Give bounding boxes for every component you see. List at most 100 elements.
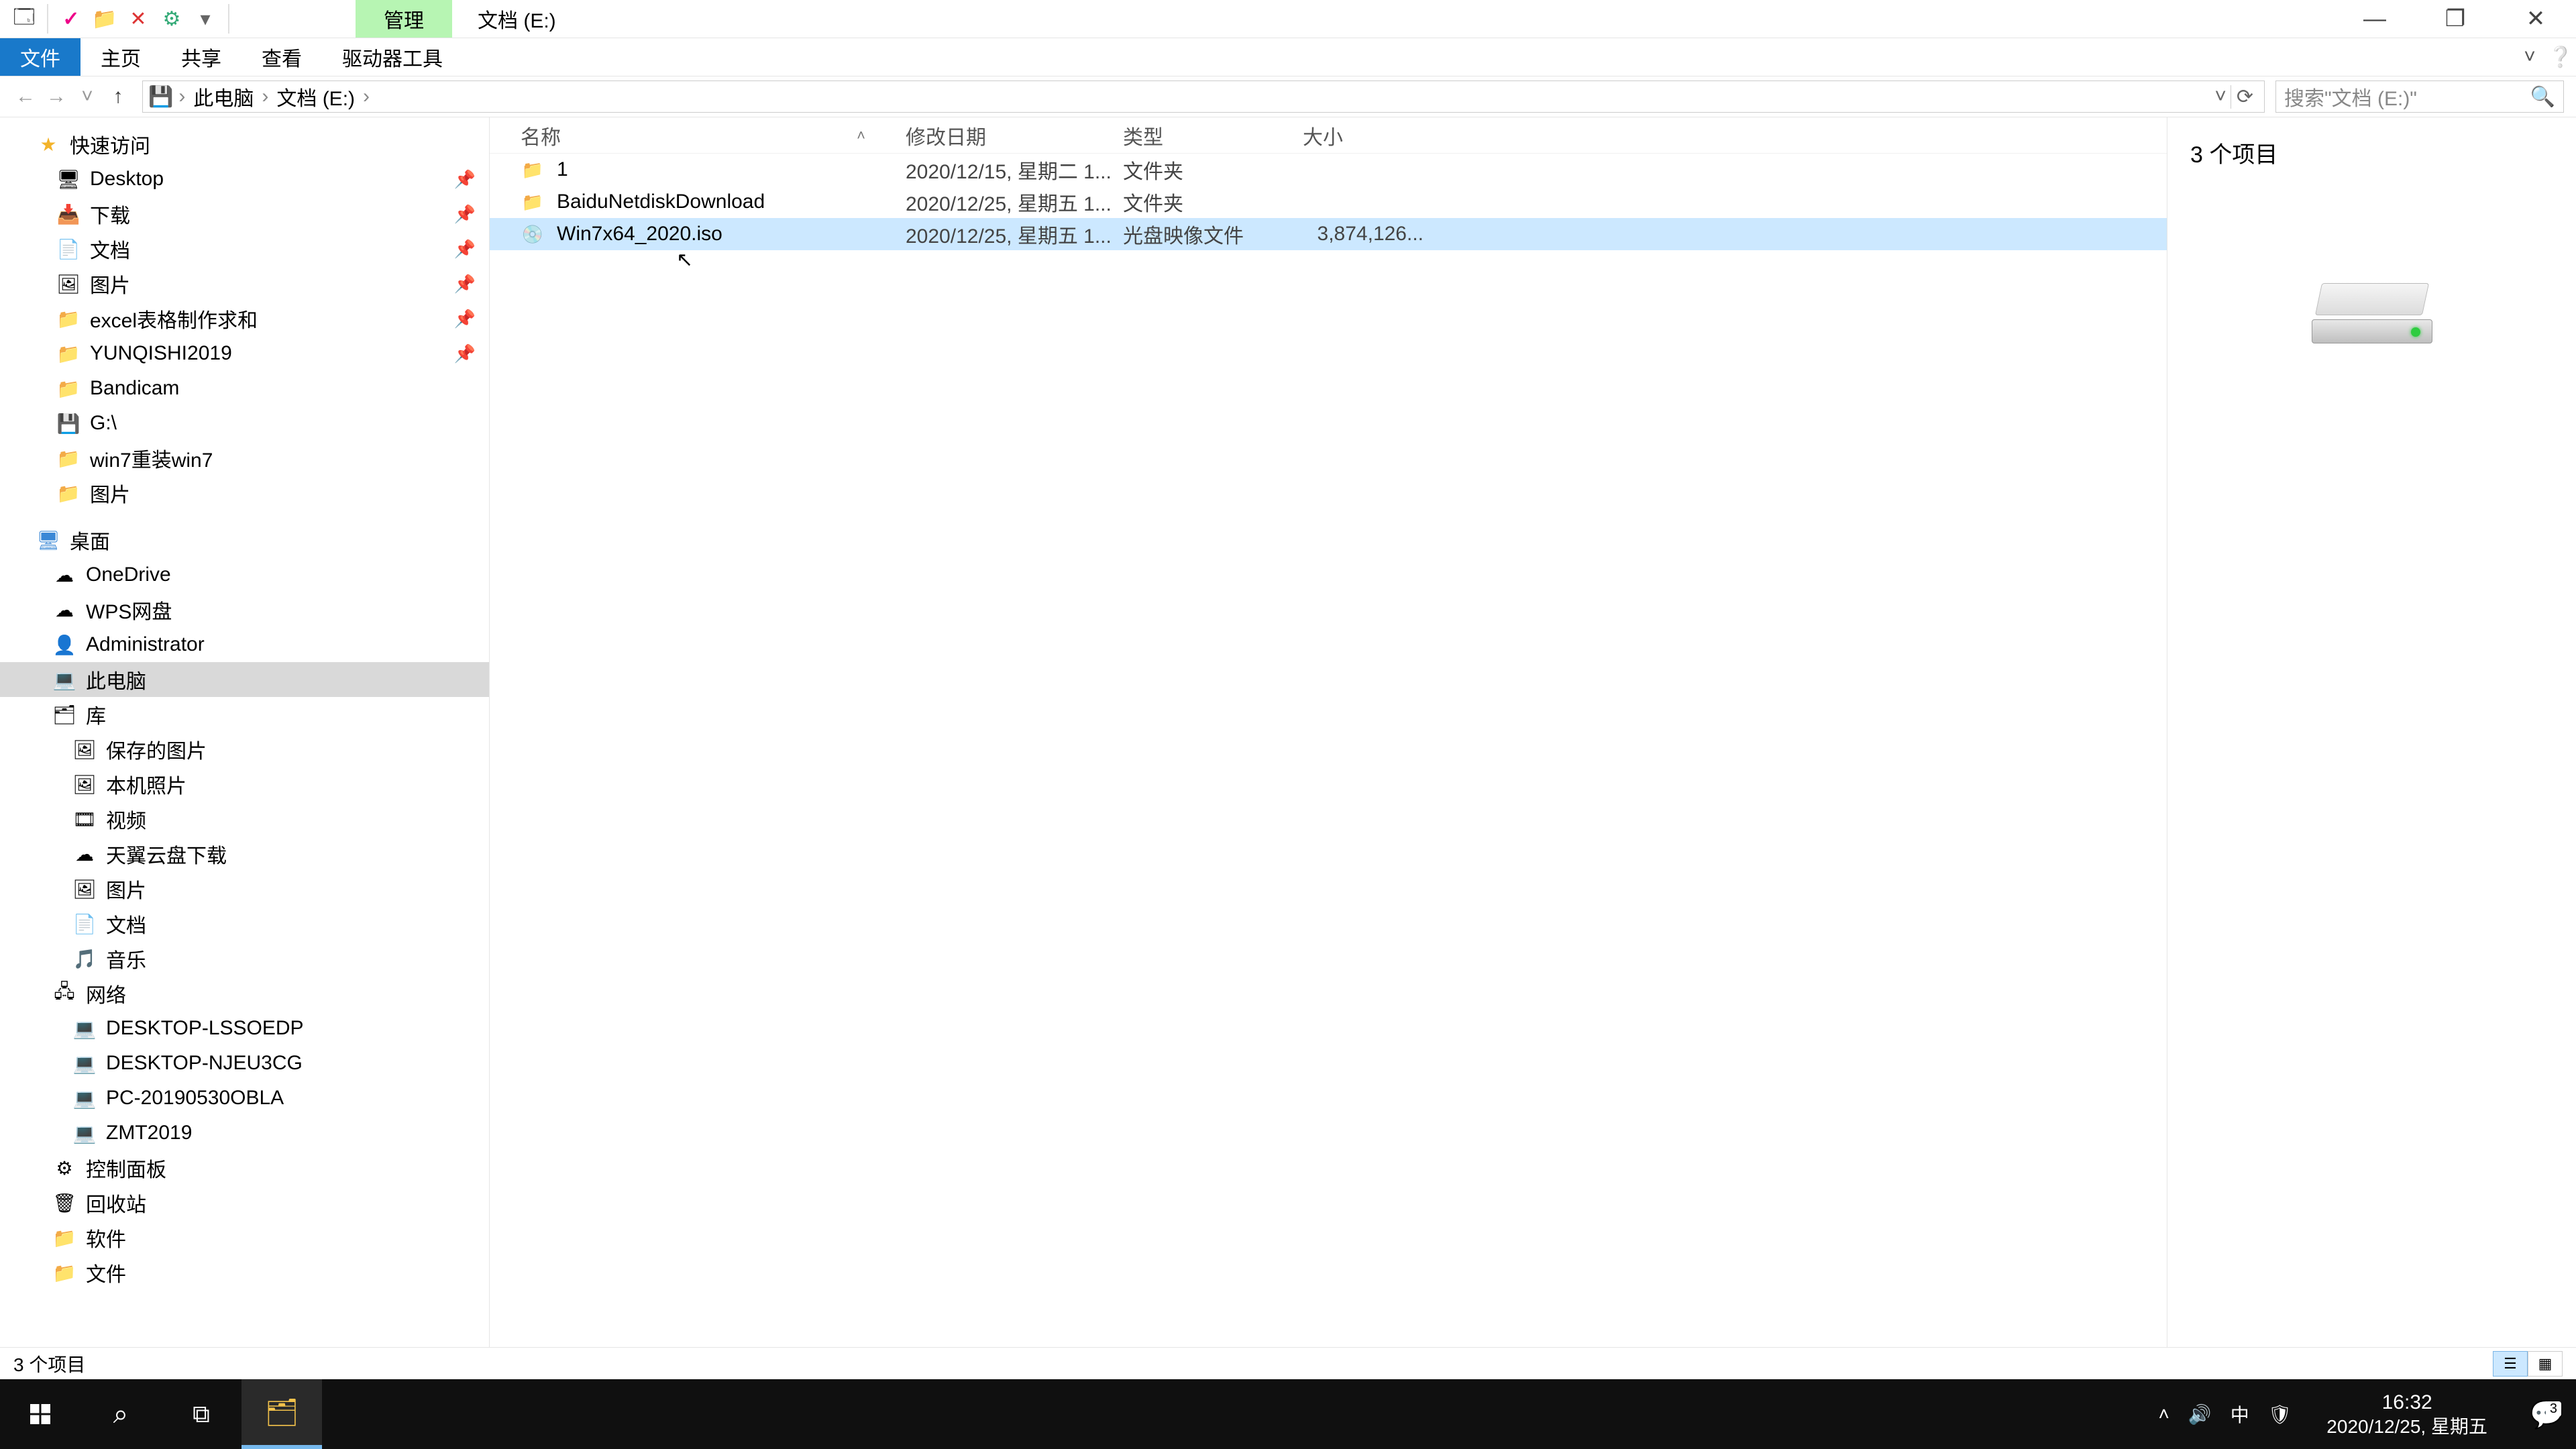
tree-item-icon: 📁 (56, 481, 80, 505)
app-icon[interactable]: 🗔 (9, 4, 39, 34)
tree-item-label: 桌面 (70, 525, 110, 555)
refresh-icon[interactable]: ⟳ (2231, 85, 2259, 109)
column-size[interactable]: 大小 (1303, 121, 1424, 150)
column-name[interactable]: 名称 ˄ (521, 121, 906, 150)
tab-home[interactable]: 主页 (80, 38, 161, 76)
start-button[interactable] (0, 1379, 80, 1449)
tree-item-label: ZMT2019 (106, 1122, 192, 1144)
tree-item[interactable]: 📄文档📌 (0, 231, 489, 266)
file-row[interactable]: 📁BaiduNetdiskDownload2020/12/25, 星期五 1..… (490, 186, 2167, 218)
tree-item-label: 此电脑 (86, 665, 146, 694)
tree-item-label: 软件 (86, 1223, 126, 1252)
qat-undo-icon[interactable]: ⚙ (157, 4, 186, 34)
file-row[interactable]: 📁12020/12/15, 星期二 1...文件夹 (490, 154, 2167, 186)
tree-item[interactable]: 📁软件 (0, 1220, 489, 1255)
breadcrumb-this-pc[interactable]: 此电脑 (191, 82, 256, 111)
nav-forward-button[interactable]: → (43, 83, 70, 110)
tab-file[interactable]: 文件 (0, 38, 80, 76)
tree-item[interactable]: 📁Bandicam (0, 371, 489, 406)
tree-item-label: Bandicam (90, 377, 179, 400)
tree-item[interactable]: 🗑回收站 (0, 1185, 489, 1220)
search-box[interactable]: 搜索"文档 (E:)" 🔍 (2275, 80, 2564, 113)
tree-item[interactable]: 💻DESKTOP-NJEU3CG (0, 1046, 489, 1081)
tree-item[interactable]: 📁文件 (0, 1255, 489, 1290)
tree-item-icon: 🖼 (72, 737, 97, 761)
tree-item[interactable]: 📄文档 (0, 906, 489, 941)
ribbon-collapse-icon[interactable]: ˅ (2514, 38, 2545, 76)
tab-share[interactable]: 共享 (161, 38, 241, 76)
close-button[interactable]: ✕ (2496, 0, 2576, 38)
qat-properties-icon[interactable]: ✓ (56, 4, 86, 34)
tree-item[interactable]: 📁图片 (0, 476, 489, 511)
qat-customize-icon[interactable]: ▾ (191, 4, 220, 34)
tree-item[interactable]: 📥下载📌 (0, 197, 489, 231)
chevron-right-icon[interactable]: › (262, 85, 268, 108)
tree-item[interactable]: 💻PC-20190530OBLA (0, 1081, 489, 1116)
contextual-tab-manage[interactable]: 管理 (356, 0, 452, 38)
restore-button[interactable]: ❐ (2415, 0, 2496, 38)
tab-view[interactable]: 查看 (241, 38, 322, 76)
file-rows[interactable]: 📁12020/12/15, 星期二 1...文件夹📁BaiduNetdiskDo… (490, 154, 2167, 1347)
volume-icon[interactable]: 🔊 (2188, 1403, 2212, 1426)
column-date[interactable]: 修改日期 (906, 121, 1123, 150)
taskbar-explorer-icon[interactable]: 🗂 (241, 1379, 322, 1449)
tree-item[interactable]: 🖼图片📌 (0, 266, 489, 301)
tree-item[interactable]: 🎵音乐 (0, 941, 489, 976)
column-type[interactable]: 类型 (1123, 121, 1303, 150)
tree-item[interactable]: 🖥Desktop📌 (0, 162, 489, 197)
tree-item[interactable]: ☁天翼云盘下载 (0, 837, 489, 871)
file-list-area: 名称 ˄ 修改日期 类型 大小 📁12020/12/15, 星期二 1...文件… (490, 117, 2167, 1347)
tree-item[interactable]: ⚙控制面板 (0, 1150, 489, 1185)
tree-item[interactable]: ★快速访问 (0, 127, 489, 162)
action-center-icon[interactable]: 💬 3 (2522, 1399, 2571, 1430)
file-size: 3,874,126... (1303, 223, 1424, 246)
chevron-right-icon[interactable]: › (178, 85, 185, 108)
file-row[interactable]: 💿Win7x64_2020.iso2020/12/25, 星期五 1...光盘映… (490, 218, 2167, 250)
taskbar: ⌕ ⧉ 🗂 ˄ 🔊 中 🛡 16:32 2020/12/25, 星期五 💬 3 (0, 1379, 2576, 1449)
taskbar-clock[interactable]: 16:32 2020/12/25, 星期五 (2326, 1390, 2487, 1439)
navigation-tree[interactable]: ★快速访问🖥Desktop📌📥下载📌📄文档📌🖼图片📌📁excel表格制作求和📌📁… (0, 117, 490, 1347)
tree-item[interactable]: 💻DESKTOP-LSSOEDP (0, 1011, 489, 1046)
file-date: 2020/12/25, 星期五 1... (906, 187, 1123, 217)
taskbar-search-icon[interactable]: ⌕ (80, 1379, 161, 1449)
tree-item[interactable]: 🖥桌面 (0, 523, 489, 557)
tree-item[interactable]: 📁win7重装win7 (0, 441, 489, 476)
tree-item[interactable]: 💻ZMT2019 (0, 1116, 489, 1150)
tree-item[interactable]: 🖼本机照片 (0, 767, 489, 802)
tree-item[interactable]: 📁excel表格制作求和📌 (0, 301, 489, 336)
tab-drive-tools[interactable]: 驱动器工具 (322, 38, 463, 76)
qat-delete-icon[interactable]: ✕ (123, 4, 153, 34)
address-dropdown-icon[interactable]: ˅ (2214, 85, 2226, 108)
tree-item[interactable]: 👤Administrator (0, 627, 489, 662)
view-details-button[interactable]: ☰ (2493, 1351, 2528, 1377)
tree-item[interactable]: 💾G:\ (0, 406, 489, 441)
tree-item-icon: 🖼 (56, 272, 80, 296)
tree-item[interactable]: 🖼保存的图片 (0, 732, 489, 767)
tray-overflow-icon[interactable]: ˄ (2159, 1403, 2169, 1425)
chevron-right-icon[interactable]: › (363, 85, 370, 108)
tree-item[interactable]: 🖼图片 (0, 871, 489, 906)
tree-item[interactable]: 🖧网络 (0, 976, 489, 1011)
tree-item[interactable]: 📁YUNQISHI2019📌 (0, 336, 489, 371)
qat-newfolder-icon[interactable]: 📁 (90, 4, 119, 34)
ime-indicator[interactable]: 中 (2231, 1401, 2249, 1428)
tree-item[interactable]: 🗂库 (0, 697, 489, 732)
tree-item[interactable]: 🎞视频 (0, 802, 489, 837)
nav-up-button[interactable]: ↑ (105, 83, 131, 110)
breadcrumb-current[interactable]: 文档 (E:) (274, 82, 358, 111)
view-icons-button[interactable]: ▦ (2528, 1351, 2563, 1377)
help-icon[interactable]: ❔ (2545, 38, 2576, 76)
nav-back-button[interactable]: ← (12, 83, 39, 110)
tree-item[interactable]: 💻此电脑 (0, 662, 489, 697)
tree-item[interactable]: ☁WPS网盘 (0, 592, 489, 627)
nav-history-dropdown[interactable]: ˅ (74, 83, 101, 110)
security-icon[interactable]: 🛡 (2268, 1403, 2292, 1426)
tree-item-icon: 📄 (56, 237, 80, 261)
search-placeholder: 搜索"文档 (E:)" (2284, 82, 2417, 111)
tree-item[interactable]: ☁OneDrive (0, 557, 489, 592)
minimize-button[interactable]: — (2334, 0, 2415, 38)
address-bar[interactable]: 💾 › 此电脑 › 文档 (E:) › ˅ ⟳ (142, 80, 2265, 113)
tree-item-icon: 💻 (72, 1051, 97, 1075)
file-icon: 💿 (521, 222, 545, 246)
task-view-icon[interactable]: ⧉ (161, 1379, 241, 1449)
